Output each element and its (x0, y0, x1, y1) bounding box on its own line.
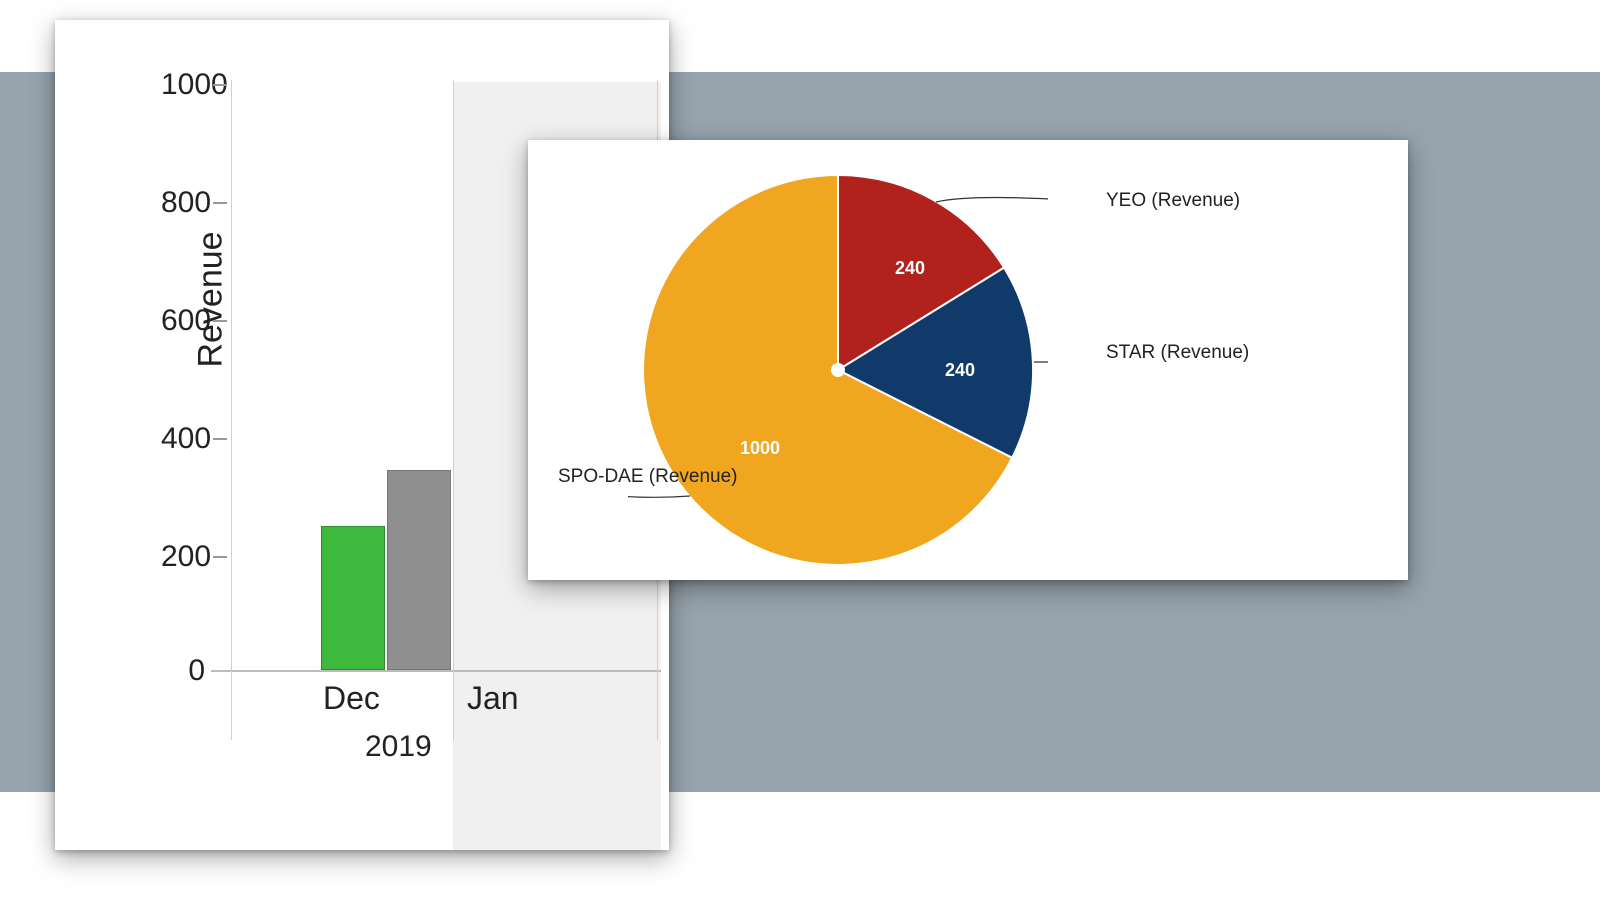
pie-value-yeo: 240 (895, 258, 925, 278)
y-tick-mark (213, 438, 227, 440)
bar-dec-green (321, 526, 385, 670)
bar-dec-grey (387, 470, 451, 670)
x-label-dec: Dec (323, 680, 380, 717)
x-baseline (211, 670, 661, 672)
y-tick-mark (213, 84, 227, 86)
y-tick-800: 800 (161, 186, 205, 220)
leader-spo (628, 492, 690, 497)
pie-label-star: STAR (Revenue) (1106, 342, 1249, 364)
pie-center-dot (831, 363, 845, 377)
x-group-year: 2019 (365, 730, 432, 764)
y-tick-600: 600 (161, 304, 205, 338)
y-tick-mark (213, 320, 227, 322)
pie-chart-card: 240 240 1000 YEO (Revenue) STAR (Revenue… (528, 140, 1408, 580)
y-tick-0: 0 (161, 654, 205, 688)
pie-value-star: 240 (945, 360, 975, 380)
pie-value-spo: 1000 (740, 438, 780, 458)
pie-label-spo: SPO-DAE (Revenue) (558, 466, 738, 488)
y-tick-mark (213, 556, 227, 558)
y-tick-200: 200 (161, 540, 205, 574)
y-tick-mark (213, 202, 227, 204)
y-tick-400: 400 (161, 422, 205, 456)
x-label-jan: Jan (467, 680, 519, 717)
y-tick-1000: 1000 (161, 68, 205, 102)
y-axis-label: Revenue (192, 231, 231, 367)
pie-chart: 240 240 1000 (628, 150, 1048, 570)
pie-label-yeo: YEO (Revenue) (1106, 190, 1240, 212)
leader-yeo (936, 198, 1048, 211)
